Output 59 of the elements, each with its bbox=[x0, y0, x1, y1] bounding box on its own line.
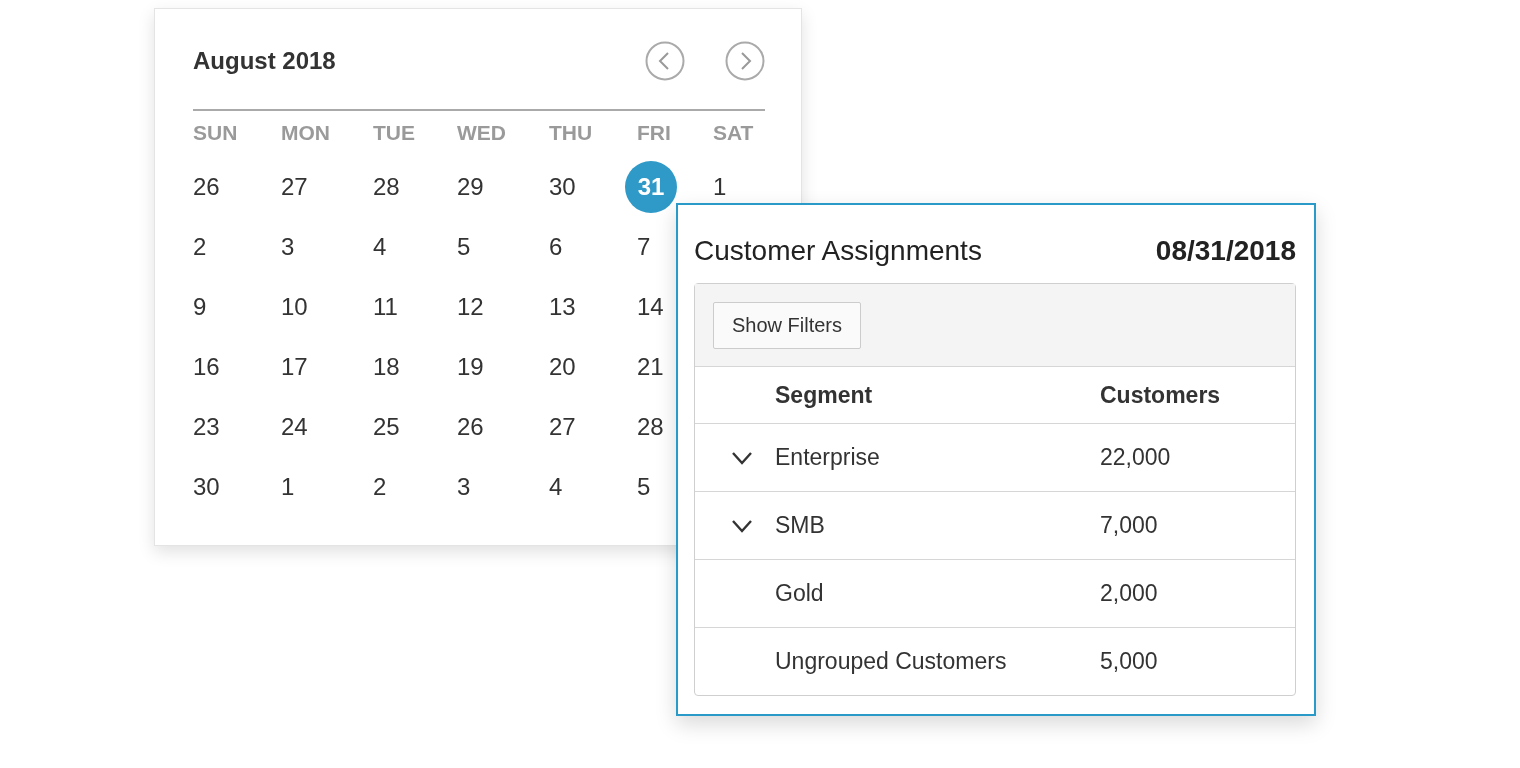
calendar-day[interactable]: 11 bbox=[373, 294, 398, 320]
calendar-day[interactable]: 5 bbox=[457, 234, 471, 260]
table-cell-text: Enterprise bbox=[775, 444, 881, 471]
calendar-day[interactable]: 17 bbox=[281, 354, 308, 380]
panel-date: 08/31/2018 bbox=[1155, 235, 1296, 267]
column-header: Segment bbox=[775, 381, 874, 409]
calendar-day[interactable]: 16 bbox=[193, 354, 220, 380]
calendar-day[interactable]: 6 bbox=[549, 234, 563, 260]
calendar-day[interactable]: 3 bbox=[457, 474, 471, 500]
weekday-label: THU bbox=[549, 121, 593, 144]
calendar-day[interactable]: 13 bbox=[549, 294, 576, 320]
weekday-label: SAT bbox=[713, 121, 754, 144]
calendar-day[interactable]: 3 bbox=[281, 234, 295, 260]
table-cell-text: 7,000 bbox=[1100, 512, 1159, 539]
calendar-day[interactable]: 23 bbox=[193, 414, 220, 440]
calendar-day[interactable]: 24 bbox=[281, 414, 308, 440]
chevron-down-icon[interactable] bbox=[731, 451, 753, 465]
chevron-down-icon[interactable] bbox=[731, 519, 753, 533]
calendar-day[interactable]: 30 bbox=[193, 474, 220, 500]
calendar-day[interactable]: 27 bbox=[549, 414, 576, 440]
calendar-day[interactable]: 26 bbox=[193, 174, 220, 200]
calendar-day[interactable]: 28 bbox=[373, 174, 400, 200]
calendar-day[interactable]: 28 bbox=[637, 414, 664, 440]
calendar-day[interactable]: 4 bbox=[549, 474, 563, 500]
table-cell-text: 5,000 bbox=[1100, 648, 1159, 675]
table-cell-text: 2,000 bbox=[1100, 580, 1159, 607]
calendar-day[interactable]: 10 bbox=[281, 294, 308, 320]
panel-title: Customer Assignments bbox=[694, 235, 982, 267]
calendar-day[interactable]: 4 bbox=[373, 234, 387, 260]
table-cell-text: 22,000 bbox=[1100, 444, 1172, 471]
calendar-day[interactable]: 27 bbox=[281, 174, 308, 200]
weekday-label: TUE bbox=[373, 121, 415, 144]
month-title: August 2018 bbox=[193, 47, 337, 75]
calendar-day[interactable]: 1 bbox=[713, 174, 727, 200]
calendar-day[interactable]: 18 bbox=[373, 354, 400, 380]
weekday-label: MON bbox=[281, 121, 330, 144]
calendar-day[interactable]: 20 bbox=[549, 354, 576, 380]
calendar-day[interactable]: 21 bbox=[637, 354, 664, 380]
weekday-label: WED bbox=[457, 121, 506, 144]
table-cell-text: SMB bbox=[775, 512, 826, 539]
calendar-day[interactable]: 14 bbox=[637, 294, 664, 320]
calendar-day[interactable]: 29 bbox=[457, 174, 484, 200]
calendar-day[interactable]: 12 bbox=[457, 294, 484, 320]
column-header: Customers bbox=[1100, 381, 1222, 409]
calendar-day[interactable]: 25 bbox=[373, 414, 400, 440]
show-filters-button[interactable]: Show Filters bbox=[713, 302, 862, 349]
calendar-day[interactable]: 9 bbox=[193, 294, 207, 320]
table-cell-text: Gold bbox=[775, 580, 825, 607]
weekday-label: SUN bbox=[193, 121, 238, 144]
calendar-day[interactable]: 2 bbox=[373, 474, 387, 500]
calendar-day[interactable]: 1 bbox=[281, 474, 295, 500]
weekday-label: FRI bbox=[637, 121, 671, 144]
calendar-day[interactable]: 26 bbox=[457, 414, 484, 440]
calendar-day[interactable]: 30 bbox=[549, 174, 576, 200]
calendar-day[interactable]: 19 bbox=[457, 354, 484, 380]
calendar-day[interactable]: 2 bbox=[193, 234, 207, 260]
table-cell-text: Ungrouped Customers bbox=[775, 648, 1008, 675]
calendar-day[interactable]: 5 bbox=[637, 474, 651, 500]
calendar-day[interactable]: 7 bbox=[637, 234, 651, 260]
